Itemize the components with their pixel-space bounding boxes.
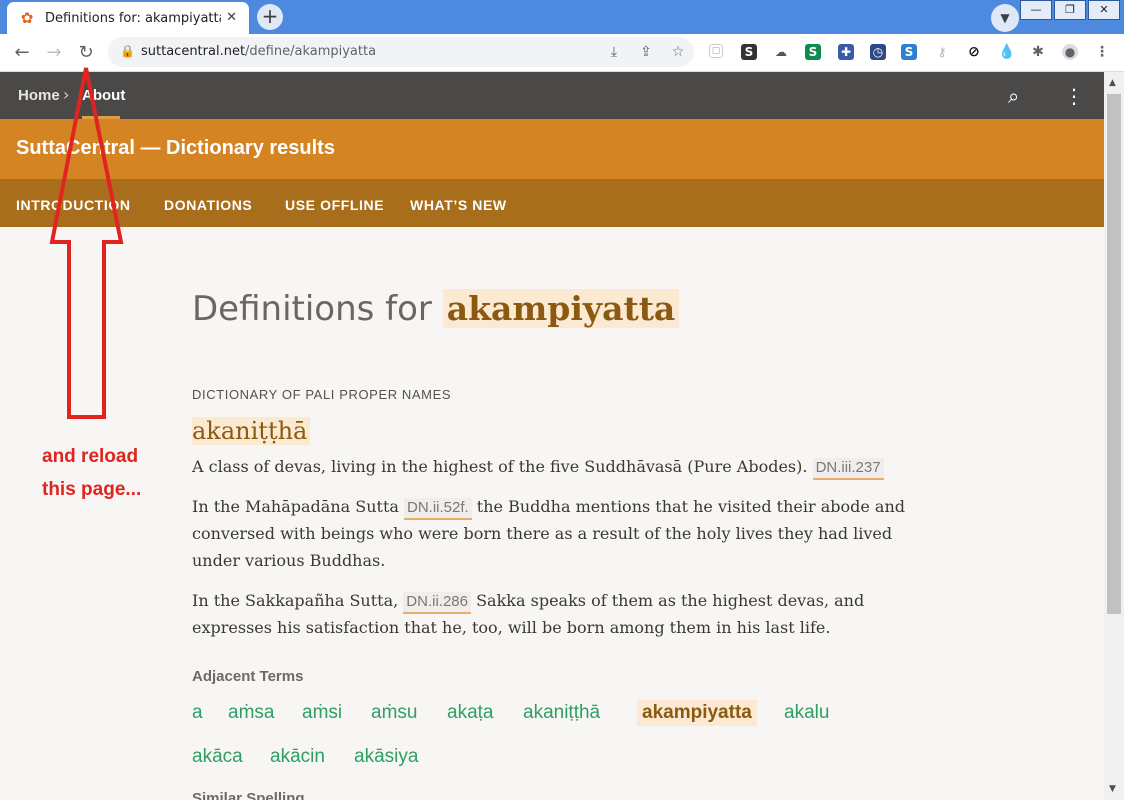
- annotation-arrow: [49, 67, 124, 419]
- annotation-line-2: this page...: [42, 479, 142, 500]
- annotation-line-1: and reload: [42, 446, 139, 467]
- red-up-arrow-icon: [49, 67, 124, 419]
- annotation-text: and reload this page...: [42, 440, 141, 506]
